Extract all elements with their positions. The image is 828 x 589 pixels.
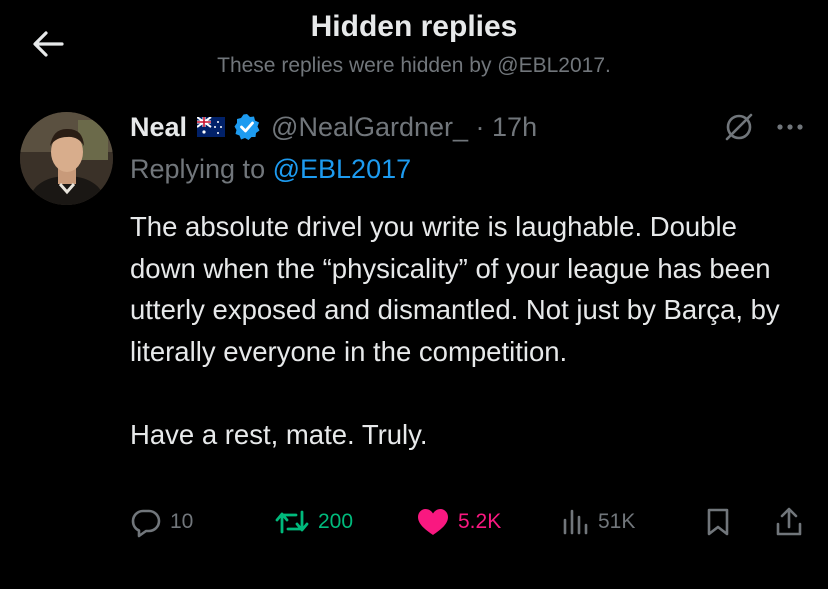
bookmark-button[interactable] xyxy=(704,506,732,538)
tweet-actions: 10 200 5.2K 51K xyxy=(0,506,828,546)
page-title: Hidden replies xyxy=(310,10,518,43)
reply-icon xyxy=(131,509,161,538)
avatar[interactable] xyxy=(20,112,113,205)
tweet-paragraph: Have a rest, mate. Truly. xyxy=(130,418,428,450)
share-icon xyxy=(776,507,802,536)
share-button[interactable] xyxy=(774,506,804,538)
replying-prefix: Replying to xyxy=(130,154,266,184)
handle-and-time[interactable]: @NealGardner_ · 17h xyxy=(271,112,537,143)
tweet-paragraph: The absolute drivel you write is laughab… xyxy=(130,211,780,367)
hidden-reply-icon[interactable] xyxy=(724,112,754,142)
replying-mention-link[interactable]: @EBL2017 xyxy=(273,154,412,184)
page-subtitle: These replies were hidden by @EBL2017. xyxy=(217,54,611,77)
reply-button[interactable]: 10 xyxy=(130,506,193,538)
views-chart-icon xyxy=(563,509,588,535)
retweet-button[interactable]: 200 xyxy=(274,506,353,538)
reply-count: 10 xyxy=(170,510,194,533)
tweet-header: Neal @NealGardner_ · 17h xyxy=(130,110,537,144)
views-count: 51K xyxy=(598,510,636,533)
more-options-icon[interactable] xyxy=(773,114,807,140)
retweet-count: 200 xyxy=(318,510,354,533)
display-name[interactable]: Neal xyxy=(130,112,187,143)
views-button[interactable]: 51K xyxy=(562,506,635,538)
tweet-text: The absolute drivel you write is laughab… xyxy=(130,206,800,455)
profile-photo xyxy=(20,112,113,205)
like-count: 5.2K xyxy=(458,510,502,533)
australia-flag-icon xyxy=(196,116,226,137)
heart-icon xyxy=(418,509,448,535)
bookmark-icon xyxy=(707,508,729,536)
page-header: Hidden replies These replies were hidden… xyxy=(0,0,828,90)
like-button[interactable]: 5.2K xyxy=(416,506,501,538)
replying-to: Replying to @EBL2017 xyxy=(130,154,411,185)
retweet-icon xyxy=(275,510,309,534)
verified-badge-icon[interactable] xyxy=(233,113,261,141)
